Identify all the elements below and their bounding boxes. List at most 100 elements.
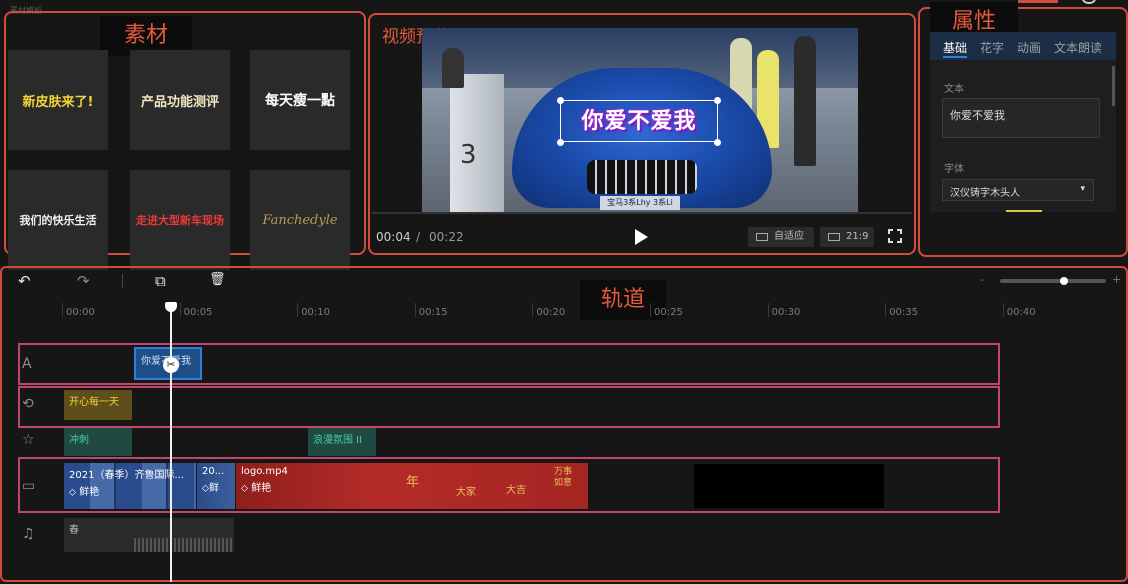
filter-icon: ⬦ xyxy=(202,483,209,494)
zoom-slider-knob[interactable] xyxy=(1059,277,1068,285)
resize-handle[interactable] xyxy=(714,97,721,104)
kiosk-number: 3 xyxy=(460,140,477,170)
playhead-line[interactable] xyxy=(170,305,172,582)
video-decor-text: 大吉 xyxy=(506,485,526,496)
ruler-tick xyxy=(297,303,299,317)
audio-clip[interactable]: 春 xyxy=(64,518,234,552)
filter-icon: ⬦ xyxy=(241,483,248,494)
chevron-down-icon: ▾ xyxy=(1080,184,1085,194)
material-tile-label: 产品功能测评 xyxy=(140,94,219,110)
fit-icon xyxy=(756,233,768,241)
car-grille xyxy=(587,160,697,194)
tab-fancy-text[interactable]: 花字 xyxy=(980,39,1004,56)
sticker-clip-label: 开心每一天 xyxy=(69,397,119,408)
material-tile-6[interactable]: Fanchedyle xyxy=(250,170,350,270)
effect-clip-label: 浪漫氛围 II xyxy=(313,435,363,446)
aspect-ratio-button[interactable]: 21:9 xyxy=(820,227,874,247)
video-track-icon: ▭ xyxy=(22,478,36,494)
ruler-tick xyxy=(885,303,887,317)
video-decor-text: 万事如意 xyxy=(554,467,573,488)
total-time: 00:22 xyxy=(429,230,464,244)
font-select[interactable]: 汉仪铸字木头人 ▾ xyxy=(942,179,1094,201)
sticker-clip[interactable]: 开心每一天 xyxy=(64,390,132,420)
ruler-tick-label: 00:00 xyxy=(66,307,95,318)
effect-track-icon: ☆ xyxy=(22,432,35,448)
audio-clip-label: 春 xyxy=(69,525,79,536)
material-tile-3[interactable]: 每天瘦一點 xyxy=(250,50,350,150)
caption-overlay[interactable]: 你爱不爱我 xyxy=(560,100,718,142)
video-clip[interactable]: logo.mp4 ⬦ 鲜艳 年 大家 大吉 万事如意 xyxy=(236,463,588,509)
text-field[interactable]: 你爱不爱我 xyxy=(942,98,1100,138)
ruler-tick xyxy=(1002,303,1004,317)
ruler-tick xyxy=(62,303,63,317)
settings-icon[interactable] xyxy=(1082,0,1096,4)
zoom-plus-icon[interactable]: + xyxy=(1112,273,1121,286)
undo-icon[interactable]: ↶ xyxy=(18,272,31,290)
material-tile-label: Fanchedyle xyxy=(262,212,338,228)
zoom-minus-icon[interactable]: - xyxy=(980,273,984,286)
ruler-tick xyxy=(767,303,769,317)
resize-handle[interactable] xyxy=(557,139,564,146)
tab-animation[interactable]: 动画 xyxy=(1017,39,1041,56)
ruler-tick xyxy=(650,303,651,317)
current-time: 00:04 xyxy=(376,230,411,244)
display-kiosk xyxy=(450,74,504,212)
delete-icon[interactable]: 🗑 xyxy=(209,272,226,287)
text-field-value: 你爱不爱我 xyxy=(950,109,1005,122)
filter-tag: 鲜艳 xyxy=(79,487,100,498)
tab-basic-underline xyxy=(943,56,967,58)
redo-icon[interactable]: ↷ xyxy=(77,272,90,290)
video-decor-text: 大家 xyxy=(456,487,476,498)
material-tile-label: 每天瘦一點 xyxy=(265,93,335,109)
ruler-tick xyxy=(414,303,416,317)
ruler-tick xyxy=(179,303,181,317)
preview-progress-bar[interactable] xyxy=(372,212,912,214)
effect-clip-label: 冲刺 xyxy=(69,435,89,446)
fit-mode-button[interactable]: 自适应 xyxy=(748,227,814,247)
ruler-tick-label: 00:35 xyxy=(889,307,919,318)
zoom-slider[interactable] xyxy=(1000,277,1106,285)
material-tile-5[interactable]: 走进大型新车现场 xyxy=(130,170,230,270)
resize-handle[interactable] xyxy=(557,97,564,104)
material-tile-label: 走进大型新车现场 xyxy=(136,214,224,227)
color-swatch-peek xyxy=(1006,210,1042,212)
filter-icon: ⬦ xyxy=(69,487,76,498)
ruler-tick-label: 00:10 xyxy=(301,307,331,318)
material-tile-4[interactable]: 我们的快乐生活 xyxy=(8,170,108,270)
time-separator: / xyxy=(416,230,421,244)
copy-icon[interactable]: ⧉ xyxy=(155,272,166,290)
properties-scrollbar[interactable] xyxy=(1112,66,1115,106)
video-clip-title: 20... xyxy=(202,466,225,477)
top-accent-bar xyxy=(1018,0,1058,3)
fit-label: 自适应 xyxy=(774,231,804,242)
ratio-label: 21:9 xyxy=(846,231,869,242)
scissors-icon[interactable]: ✂ xyxy=(163,357,179,373)
font-select-value: 汉仪铸字木头人 xyxy=(950,188,1020,199)
ruler-tick-label: 00:05 xyxy=(183,307,213,318)
tab-text-to-speech[interactable]: 文本朗读 xyxy=(1054,39,1102,56)
sticker-track xyxy=(18,386,1000,428)
ruler-tick-label: 00:20 xyxy=(536,307,566,318)
ruler-tick-label: 00:30 xyxy=(771,307,801,318)
sticker-track-icon: ⟲ xyxy=(22,396,34,412)
video-clip[interactable]: 20... ⬦鲜 xyxy=(197,463,235,509)
toolbar-divider xyxy=(122,274,123,288)
material-tile-1[interactable]: 新皮肤来了! xyxy=(8,50,108,150)
play-icon[interactable] xyxy=(635,229,648,245)
effect-clip[interactable]: 浪漫氛围 II xyxy=(308,428,376,456)
ruler-tick-label: 00:40 xyxy=(1006,307,1036,318)
material-tile-2[interactable]: 产品功能测评 xyxy=(130,50,230,150)
audio-waveform xyxy=(134,538,234,552)
video-clip-title: 2021（春季）齐鲁国际... xyxy=(69,470,184,481)
fullscreen-icon[interactable] xyxy=(888,229,902,243)
filter-tag: 鲜艳 xyxy=(251,483,272,494)
caption-text: 你爱不爱我 xyxy=(581,109,697,134)
text-field-label: 文本 xyxy=(944,84,964,95)
ratio-icon xyxy=(828,233,840,241)
filter-tag: 鲜 xyxy=(209,483,219,494)
video-clip[interactable]: 2021（春季）齐鲁国际... ⬦ 鲜艳 xyxy=(64,463,196,509)
resize-handle[interactable] xyxy=(714,139,721,146)
tab-basic[interactable]: 基础 xyxy=(943,39,967,56)
license-plate: 宝马3系Lhy 3系Li xyxy=(600,196,680,210)
effect-clip[interactable]: 冲刺 xyxy=(64,428,132,456)
